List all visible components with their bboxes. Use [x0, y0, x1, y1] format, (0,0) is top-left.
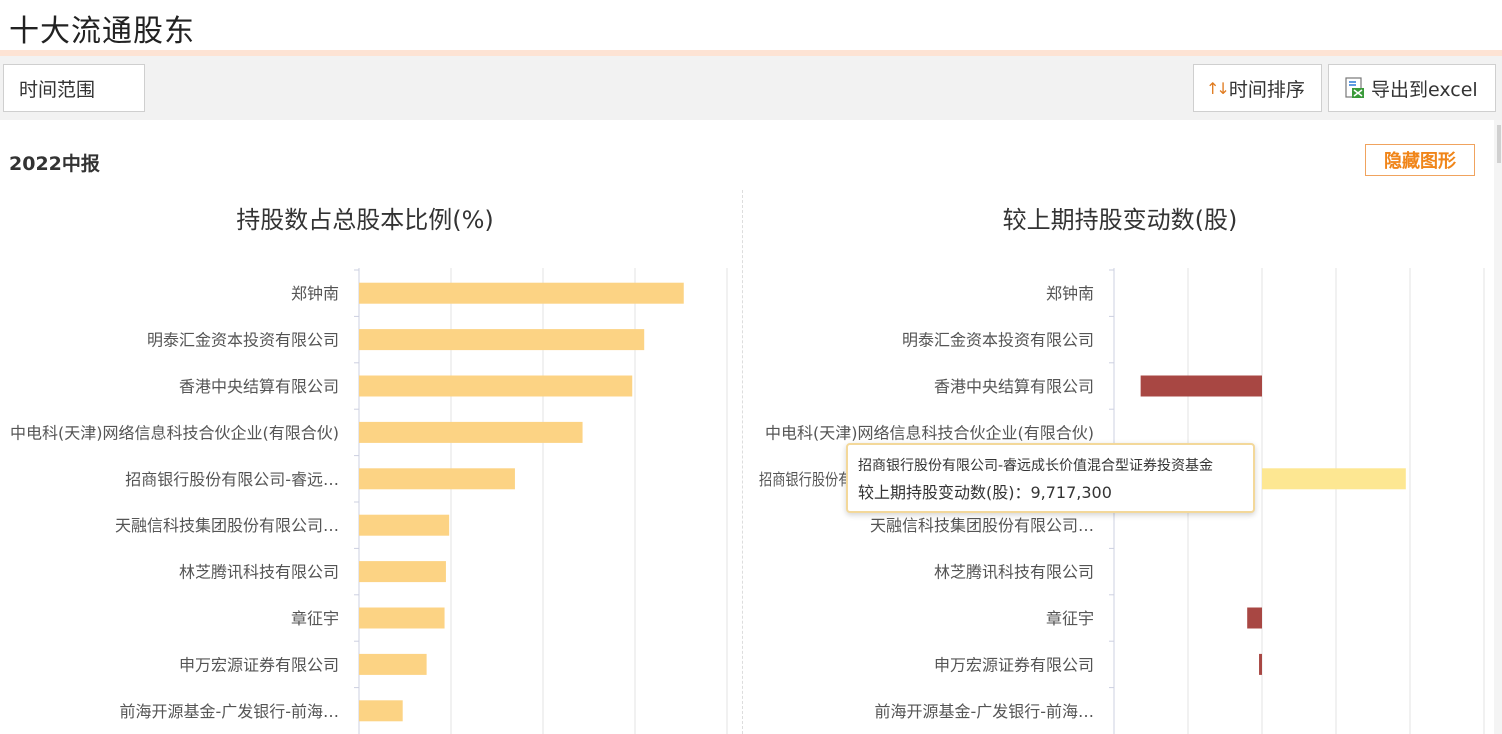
ratio-category-label: 林芝腾讯科技有限公司: [179, 563, 339, 582]
ratio-bar: [359, 375, 633, 397]
ratio-bar: [359, 607, 445, 629]
ratio-category-label: 前海开源基金-广发银行-前海…: [119, 702, 339, 721]
ratio-category-label: 申万宏源证券有限公司: [179, 655, 339, 674]
ratio-category-label: 郑钟南: [291, 284, 339, 303]
ratio-bar: [359, 468, 515, 490]
change-category-label: 香港中央结算有限公司: [934, 377, 1094, 396]
ratio-bar: [359, 653, 427, 675]
change-category-label: 明泰汇金资本投资有限公司: [902, 331, 1094, 350]
tooltip-value: 较上期持股变动数(股)：9,717,300: [858, 483, 1112, 502]
ratio-bar: [359, 561, 446, 583]
change-bar: [1262, 468, 1406, 490]
change-category-label: 郑钟南: [1046, 284, 1094, 303]
ratio-category-label: 明泰汇金资本投资有限公司: [147, 331, 339, 350]
ratio-bar: [359, 282, 684, 304]
shareholder-charts: 郑钟南明泰汇金资本投资有限公司香港中央结算有限公司中电科(天津)网络信息科技合伙…: [10, 268, 1485, 734]
change-bar: [1140, 375, 1262, 397]
ratio-bar: [359, 329, 645, 351]
ratio-bar: [359, 700, 403, 722]
ratio-bar: [359, 514, 450, 536]
ratio-category-label: 招商银行股份有限公司-睿远…: [125, 470, 339, 489]
change-category-label: 中电科(天津)网络信息科技合伙企业(有限合伙): [765, 423, 1094, 442]
scrollbar[interactable]: [1494, 120, 1502, 734]
ratio-category-label: 章征宇: [291, 609, 339, 628]
ratio-category-label: 香港中央结算有限公司: [179, 377, 339, 396]
change-bar: [1247, 607, 1262, 629]
change-category-label: 申万宏源证券有限公司: [934, 655, 1094, 674]
change-category-label: 林芝腾讯科技有限公司: [934, 563, 1094, 582]
chart-tooltip: 招商银行股份有限公司-睿远成长价值混合型证券投资基金 较上期持股变动数(股)：9…: [846, 443, 1255, 513]
ratio-bar: [359, 421, 583, 443]
ratio-category-label: 天融信科技集团股份有限公司…: [115, 516, 339, 535]
tooltip-name: 招商银行股份有限公司-睿远成长价值混合型证券投资基金: [858, 458, 1214, 474]
change-category-label: 前海开源基金-广发银行-前海…: [874, 702, 1094, 721]
ratio-category-label: 中电科(天津)网络信息科技合伙企业(有限合伙): [10, 423, 339, 442]
scrollbar-thumb[interactable]: [1497, 125, 1501, 163]
change-bar: [1259, 653, 1262, 675]
change-category-label: 天融信科技集团股份有限公司…: [870, 516, 1094, 535]
change-category-label: 章征宇: [1046, 609, 1094, 628]
